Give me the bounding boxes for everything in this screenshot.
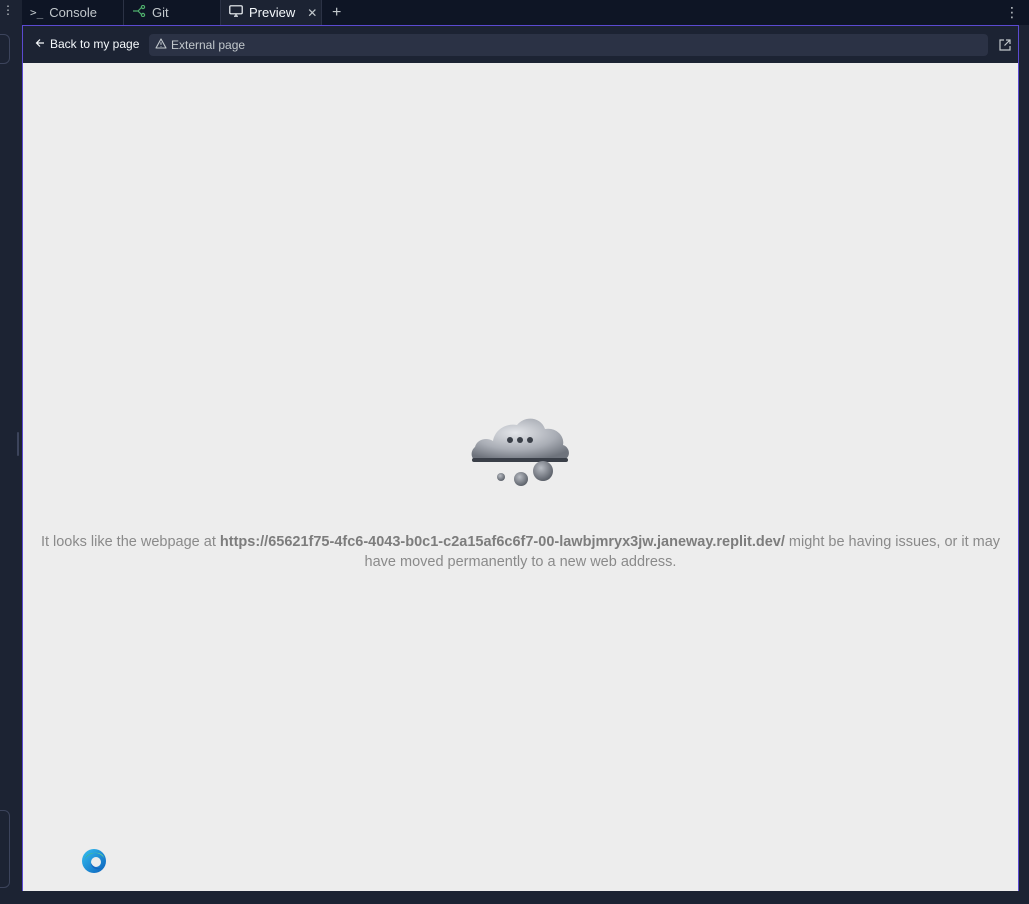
error-message: It looks like the webpage at https://656…	[33, 532, 1008, 572]
bottom-edge	[0, 891, 1029, 904]
warning-icon	[155, 38, 167, 52]
left-panel-input-edge	[0, 34, 10, 64]
git-branch-icon	[132, 4, 146, 20]
edge-browser-icon	[81, 848, 107, 874]
plus-icon: +	[332, 3, 342, 21]
preview-content: It looks like the webpage at https://656…	[23, 63, 1018, 891]
tab-bar: >_ Console Git Preview ✕ + ⋮	[22, 0, 1029, 25]
add-tab-button[interactable]: +	[322, 0, 351, 25]
open-in-new-tab-icon[interactable]	[998, 38, 1012, 52]
cloud-error-icon	[469, 409, 573, 489]
back-label: Back to my page	[50, 37, 140, 51]
error-prefix: It looks like the webpage at	[40, 534, 220, 550]
tab-preview[interactable]: Preview ✕	[221, 0, 322, 25]
close-tab-icon[interactable]: ✕	[307, 6, 317, 20]
tab-console-label: Console	[49, 5, 97, 20]
terminal-icon: >_	[30, 6, 44, 19]
left-panel-edge: ⋮	[0, 0, 22, 904]
tab-console[interactable]: >_ Console	[22, 0, 124, 25]
tab-preview-label: Preview	[249, 5, 296, 20]
url-field[interactable]: External page	[149, 34, 988, 56]
back-to-my-page-button[interactable]: Back to my page	[35, 37, 139, 51]
more-options-icon[interactable]: ⋮	[2, 4, 14, 16]
tab-git-label: Git	[152, 5, 169, 20]
monitor-icon	[229, 5, 243, 20]
arrow-left-icon	[35, 37, 45, 51]
resize-handle[interactable]	[17, 432, 19, 456]
error-url: https://65621f75-4fc6-4043-b0c1-c2a15af6…	[219, 534, 785, 550]
more-options-icon[interactable]: ⋮	[995, 0, 1029, 25]
preview-url-bar: Back to my page External page	[23, 26, 1018, 63]
tab-git[interactable]: Git	[124, 0, 221, 25]
preview-panel: Back to my page External page It looks l…	[22, 25, 1019, 892]
left-panel-box-edge	[0, 810, 10, 888]
external-page-label: External page	[171, 38, 246, 52]
